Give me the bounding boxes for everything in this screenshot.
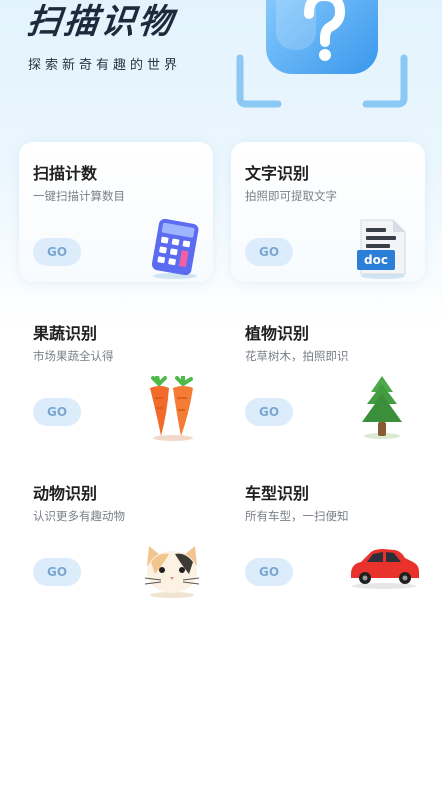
calculator-icon [147,218,203,284]
feature-card-plant[interactable]: 植物识别 花草树木，拍照即识 GO [231,302,425,442]
go-button[interactable]: GO [33,558,81,586]
app-subtitle: 探索新奇有趣的世界 [28,58,182,73]
card-title: 动物识别 [33,484,98,503]
card-title: 植物识别 [245,324,310,343]
carrot-icon [143,374,203,446]
go-button[interactable]: GO [33,398,81,426]
car-icon [347,544,421,594]
go-button[interactable]: GO [33,238,81,266]
feature-card-text[interactable]: 文字识别 拍照即可提取文字 GO doc [231,142,425,282]
go-button[interactable]: GO [245,558,293,586]
feature-card-animal[interactable]: 动物识别 认识更多有趣动物 GO [19,462,213,602]
go-button[interactable]: GO [245,398,293,426]
card-desc: 认识更多有趣动物 [33,509,125,523]
go-button[interactable]: GO [245,238,293,266]
card-desc: 一键扫描计算数目 [33,189,125,203]
doc-label: doc [364,253,388,267]
feature-card-car[interactable]: 车型识别 所有车型，一扫便知 GO [231,462,425,602]
feature-card-produce[interactable]: 果蔬识别 市场果蔬全认得 GO [19,302,213,442]
tree-icon [357,374,407,444]
card-title: 文字识别 [245,164,310,183]
card-title: 扫描计数 [33,164,98,183]
question-mark-scan-icon [232,0,412,108]
card-desc: 所有车型，一扫便知 [245,509,349,523]
document-icon: doc [355,216,411,284]
card-title: 果蔬识别 [33,324,98,343]
cat-icon [141,538,203,602]
card-desc: 市场果蔬全认得 [33,349,114,363]
card-desc: 拍照即可提取文字 [245,189,337,203]
app-title: 扫描识物 [24,2,178,42]
feature-card-count[interactable]: 扫描计数 一键扫描计算数目 GO [19,142,213,282]
header: 扫描识物 探索新奇有趣的世界 [0,0,442,140]
card-desc: 花草树木，拍照即识 [245,349,349,363]
card-title: 车型识别 [245,484,310,503]
